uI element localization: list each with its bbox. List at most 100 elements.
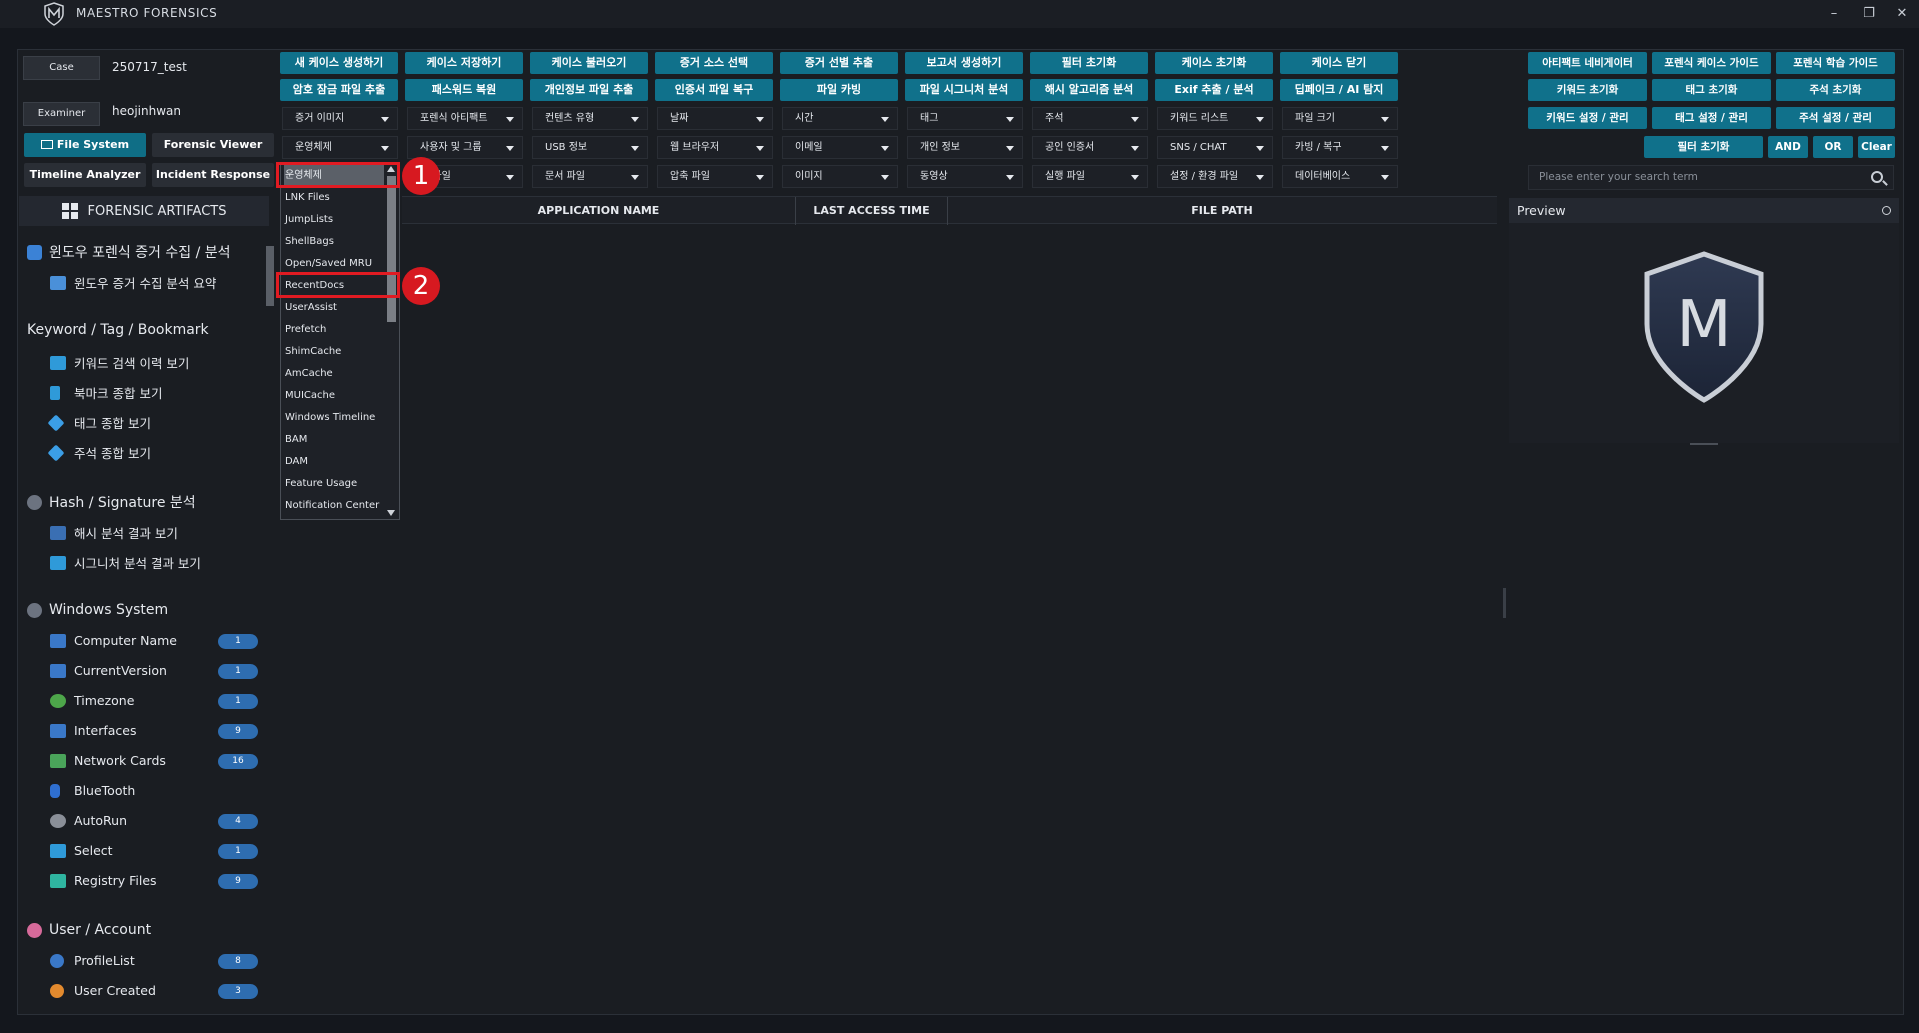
- tree-item-keyword-history[interactable]: 키워드 검색 이력 보기: [50, 353, 189, 372]
- exif-extract-button[interactable]: Exif 추출 / 분석: [1155, 79, 1273, 101]
- incident-response-button[interactable]: Incident Response: [152, 163, 274, 187]
- filter-carving-recovery[interactable]: 카빙 / 복구: [1282, 136, 1398, 159]
- password-recovery-button[interactable]: 패스워드 복원: [405, 79, 523, 101]
- tree-item-signature-results[interactable]: 시그니처 분석 결과 보기: [50, 553, 201, 572]
- filter-content-type[interactable]: 컨텐츠 유형: [532, 107, 648, 130]
- reset-case-button[interactable]: 케이스 초기화: [1155, 52, 1273, 74]
- tree-item-user-created[interactable]: User Created: [50, 983, 156, 998]
- dropdown-option[interactable]: BAM: [284, 429, 384, 451]
- tree-item-comments[interactable]: 주석 종합 보기: [47, 443, 151, 462]
- filter-usb[interactable]: USB 정보: [532, 136, 648, 159]
- filter-os[interactable]: 운영체제: [282, 136, 398, 159]
- comment-settings-button[interactable]: 주석 설정 / 관리: [1776, 107, 1895, 129]
- close-button[interactable]: ✕: [1890, 4, 1914, 24]
- filter-certificate[interactable]: 공인 인증서: [1032, 136, 1148, 159]
- hash-analysis-button[interactable]: 해시 알고리즘 분석: [1030, 79, 1148, 101]
- column-file-path[interactable]: FILE PATH: [948, 197, 1496, 225]
- reset-filter-button[interactable]: 필터 초기화: [1030, 52, 1148, 74]
- extract-evidence-button[interactable]: 증거 선별 추출: [780, 52, 898, 74]
- section-windows-forensic[interactable]: 윈도우 포렌식 증거 수집 / 분석: [27, 242, 231, 262]
- learning-guide-button[interactable]: 포렌식 학습 가이드: [1776, 52, 1895, 74]
- tree-item-bluetooth[interactable]: BlueTooth: [50, 783, 135, 798]
- create-report-button[interactable]: 보고서 생성하기: [905, 52, 1023, 74]
- tree-item-hash-results[interactable]: 해시 분석 결과 보기: [50, 523, 178, 542]
- dropdown-option[interactable]: Windows Timeline: [284, 407, 384, 429]
- dropdown-scroll-thumb[interactable]: [387, 176, 396, 322]
- reset-comments-button[interactable]: 주석 초기화: [1776, 79, 1895, 101]
- filter-videos[interactable]: 동영상: [907, 165, 1023, 188]
- restore-button[interactable]: ❐: [1857, 4, 1881, 24]
- panel-splitter[interactable]: [1503, 588, 1506, 618]
- dropdown-option[interactable]: ShellBags: [284, 231, 384, 253]
- filter-keyword-list[interactable]: 키워드 리스트: [1157, 107, 1273, 130]
- filter-email[interactable]: 이메일: [782, 136, 898, 159]
- tree-item-profile-list[interactable]: ProfileList: [50, 953, 135, 968]
- dropdown-option[interactable]: JumpLists: [284, 209, 384, 231]
- and-button[interactable]: AND: [1768, 136, 1808, 158]
- dropdown-option[interactable]: ShimCache: [284, 341, 384, 363]
- tree-item-tags[interactable]: 태그 종합 보기: [47, 413, 151, 432]
- file-system-button[interactable]: File System: [24, 133, 146, 157]
- file-carving-button[interactable]: 파일 카빙: [780, 79, 898, 101]
- filter-document-files[interactable]: 문서 파일: [532, 165, 648, 188]
- sidebar-scrollbar[interactable]: [264, 230, 276, 1020]
- tag-settings-button[interactable]: 태그 설정 / 관리: [1652, 107, 1771, 129]
- timeline-analyzer-button[interactable]: Timeline Analyzer: [24, 163, 146, 187]
- case-guide-button[interactable]: 포렌식 케이스 가이드: [1652, 52, 1771, 74]
- filter-config-files[interactable]: 설정 / 환경 파일: [1157, 165, 1273, 188]
- filter-images[interactable]: 이미지: [782, 165, 898, 188]
- tree-item-windows-summary[interactable]: 윈도우 증거 수집 분석 요약: [50, 273, 216, 292]
- preview-resize-handle[interactable]: [1690, 443, 1718, 445]
- dropdown-option[interactable]: UserAssist: [284, 297, 384, 319]
- tree-item-select[interactable]: Select: [50, 843, 113, 858]
- dropdown-option[interactable]: Notification Center: [284, 495, 384, 517]
- load-case-button[interactable]: 케이스 불러오기: [530, 52, 648, 74]
- dropdown-option[interactable]: Feature Usage: [284, 473, 384, 495]
- clear-button[interactable]: Clear: [1858, 136, 1895, 158]
- scrollbar-thumb[interactable]: [266, 246, 274, 306]
- dropdown-option[interactable]: Prefetch: [284, 319, 384, 341]
- dropdown-option[interactable]: DAM: [284, 451, 384, 473]
- filter-sns-chat[interactable]: SNS / CHAT: [1157, 136, 1273, 159]
- tree-item-interfaces[interactable]: Interfaces: [50, 723, 136, 738]
- tree-item-autorun[interactable]: AutoRun: [50, 813, 127, 828]
- section-hash-signature[interactable]: Hash / Signature 분석: [27, 492, 196, 512]
- dropdown-scrollbar[interactable]: [384, 164, 398, 518]
- dropdown-option[interactable]: LNK Files: [284, 187, 384, 209]
- recover-cert-button[interactable]: 인증서 파일 복구: [655, 79, 773, 101]
- filter-comment[interactable]: 주석: [1032, 107, 1148, 130]
- filter-reset-button[interactable]: 필터 초기화: [1644, 136, 1763, 158]
- filter-users-groups[interactable]: 사용자 및 그룹: [407, 136, 523, 159]
- signature-analysis-button[interactable]: 파일 시그니처 분석: [905, 79, 1023, 101]
- reset-tags-button[interactable]: 태그 초기화: [1652, 79, 1771, 101]
- tree-item-bookmarks[interactable]: 북마크 종합 보기: [50, 383, 162, 402]
- section-windows-system[interactable]: Windows System: [27, 602, 168, 618]
- filter-evidence-image[interactable]: 증거 이미지: [282, 107, 398, 130]
- filter-personal-info[interactable]: 개인 정보: [907, 136, 1023, 159]
- refresh-icon[interactable]: [1882, 206, 1891, 215]
- filter-forensic-artifact[interactable]: 포렌식 아티팩트: [407, 107, 523, 130]
- scroll-down-icon[interactable]: [387, 510, 395, 516]
- extract-locked-files-button[interactable]: 암호 잠금 파일 추출: [280, 79, 398, 101]
- save-case-button[interactable]: 케이스 저장하기: [405, 52, 523, 74]
- extract-pii-button[interactable]: 개인정보 파일 추출: [530, 79, 648, 101]
- section-user-account[interactable]: User / Account: [27, 922, 151, 938]
- filter-archive-files[interactable]: 압축 파일: [657, 165, 773, 188]
- dropdown-option[interactable]: AmCache: [284, 363, 384, 385]
- tree-item-network-cards[interactable]: Network Cards: [50, 753, 166, 768]
- close-case-button[interactable]: 케이스 닫기: [1280, 52, 1398, 74]
- tree-item-registry-files[interactable]: Registry Files: [50, 873, 157, 888]
- filter-web-browser[interactable]: 웹 브라우저: [657, 136, 773, 159]
- artifact-navigator-button[interactable]: 아티팩트 네비게이터: [1528, 52, 1647, 74]
- tree-item-current-version[interactable]: CurrentVersion: [50, 663, 167, 678]
- or-button[interactable]: OR: [1813, 136, 1853, 158]
- forensic-viewer-button[interactable]: Forensic Viewer: [152, 133, 274, 157]
- select-source-button[interactable]: 증거 소스 선택: [655, 52, 773, 74]
- reset-keywords-button[interactable]: 키워드 초기화: [1528, 79, 1647, 101]
- filter-database[interactable]: 데이터베이스: [1282, 165, 1398, 188]
- search-input[interactable]: Please enter your search term: [1528, 165, 1894, 190]
- filter-file-size[interactable]: 파일 크기: [1282, 107, 1398, 130]
- filter-date[interactable]: 날짜: [657, 107, 773, 130]
- search-icon[interactable]: [1871, 171, 1883, 183]
- tree-item-computer-name[interactable]: Computer Name: [50, 633, 177, 648]
